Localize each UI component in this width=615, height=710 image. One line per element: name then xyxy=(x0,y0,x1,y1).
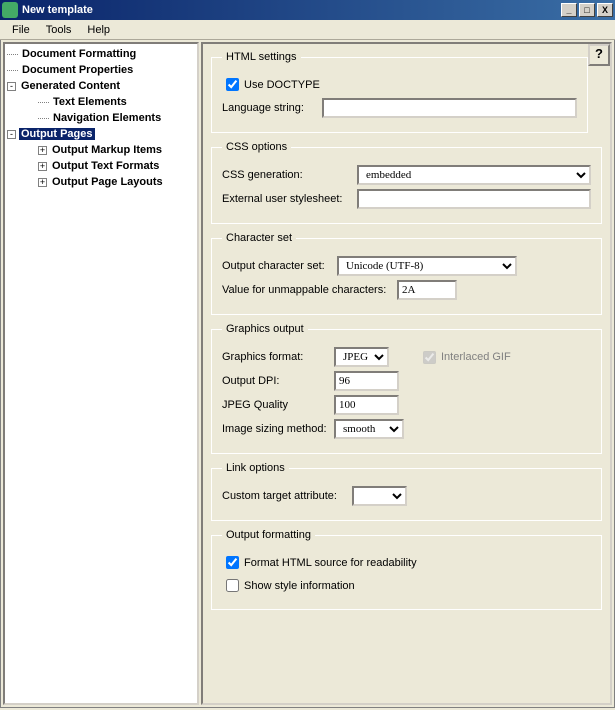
external-stylesheet-label: External user stylesheet: xyxy=(222,193,357,205)
tree-doc-formatting[interactable]: Document Formatting xyxy=(20,48,138,60)
use-doctype-label: Use DOCTYPE xyxy=(244,79,320,91)
output-dpi-input[interactable] xyxy=(334,371,399,391)
tree-gen-content[interactable]: Generated Content xyxy=(19,80,122,92)
maximize-button[interactable]: □ xyxy=(579,3,595,17)
tree-toggle-markup[interactable]: + xyxy=(38,146,47,155)
charset-legend: Character set xyxy=(222,232,296,244)
menu-file[interactable]: File xyxy=(4,22,38,38)
format-readability-label: Format HTML source for readability xyxy=(244,557,417,569)
language-string-input[interactable] xyxy=(322,98,577,118)
css-generation-select[interactable]: embedded xyxy=(357,165,591,185)
html-settings-legend: HTML settings xyxy=(222,51,301,63)
tree-toggle-layouts[interactable]: + xyxy=(38,178,47,187)
unmappable-label: Value for unmappable characters: xyxy=(222,284,397,296)
minimize-button[interactable]: _ xyxy=(561,3,577,17)
css-options-legend: CSS options xyxy=(222,141,291,153)
menubar: File Tools Help xyxy=(0,20,615,40)
format-readability-checkbox[interactable] xyxy=(226,556,239,569)
tree-text-elements[interactable]: Text Elements xyxy=(51,96,129,108)
help-button[interactable]: ? xyxy=(588,44,610,66)
tree-output-pages[interactable]: Output Pages xyxy=(19,128,95,140)
css-options-group: CSS options CSS generation: embedded Ext… xyxy=(211,141,602,224)
image-sizing-label: Image sizing method: xyxy=(222,423,334,435)
menu-help[interactable]: Help xyxy=(79,22,118,38)
tree-toggle-outputpages[interactable]: - xyxy=(7,130,16,139)
show-style-info-label: Show style information xyxy=(244,580,355,592)
external-stylesheet-input[interactable] xyxy=(357,189,591,209)
css-generation-label: CSS generation: xyxy=(222,169,357,181)
tree-pane: Document Formatting Document Properties … xyxy=(3,42,199,705)
html-settings-group: HTML settings Use DOCTYPE Language strin… xyxy=(211,51,588,133)
tree-doc-properties[interactable]: Document Properties xyxy=(20,64,135,76)
jpeg-quality-label: JPEG Quality xyxy=(222,399,334,411)
tree-toggle-textfmt[interactable]: + xyxy=(38,162,47,171)
custom-target-label: Custom target attribute: xyxy=(222,490,352,502)
jpeg-quality-input[interactable] xyxy=(334,395,399,415)
language-string-label: Language string: xyxy=(222,102,322,114)
tree-toggle-gencontent[interactable]: - xyxy=(7,82,16,91)
tree-text-formats[interactable]: Output Text Formats xyxy=(50,160,161,172)
output-formatting-group: Output formatting Format HTML source for… xyxy=(211,529,602,610)
use-doctype-checkbox[interactable] xyxy=(226,78,239,91)
titlebar: New template _ □ X xyxy=(0,0,615,20)
app-icon xyxy=(2,2,18,18)
window-title: New template xyxy=(22,4,561,16)
charset-group: Character set Output character set: Unic… xyxy=(211,232,602,315)
tree-markup-items[interactable]: Output Markup Items xyxy=(50,144,164,156)
body-area: Document Formatting Document Properties … xyxy=(0,40,615,708)
output-charset-select[interactable]: Unicode (UTF-8) xyxy=(337,256,517,276)
graphics-format-label: Graphics format: xyxy=(222,351,334,363)
link-options-group: Link options Custom target attribute: xyxy=(211,462,602,521)
interlaced-gif-label: Interlaced GIF xyxy=(441,351,511,363)
show-style-info-checkbox[interactable] xyxy=(226,579,239,592)
unmappable-input[interactable] xyxy=(397,280,457,300)
custom-target-select[interactable] xyxy=(352,486,407,506)
close-button[interactable]: X xyxy=(597,3,613,17)
graphics-legend: Graphics output xyxy=(222,323,308,335)
window-controls: _ □ X xyxy=(561,3,613,17)
tree-page-layouts[interactable]: Output Page Layouts xyxy=(50,176,165,188)
output-charset-label: Output character set: xyxy=(222,260,337,272)
tree-nav-elements[interactable]: Navigation Elements xyxy=(51,112,163,124)
output-dpi-label: Output DPI: xyxy=(222,375,334,387)
interlaced-gif-checkbox xyxy=(423,351,436,364)
output-formatting-legend: Output formatting xyxy=(222,529,315,541)
image-sizing-select[interactable]: smooth xyxy=(334,419,404,439)
menu-tools[interactable]: Tools xyxy=(38,22,80,38)
graphics-format-select[interactable]: JPEG xyxy=(334,347,389,367)
link-options-legend: Link options xyxy=(222,462,289,474)
graphics-group: Graphics output Graphics format: JPEG In… xyxy=(211,323,602,454)
content-pane: ? HTML settings Use DOCTYPE Language str… xyxy=(201,42,612,705)
